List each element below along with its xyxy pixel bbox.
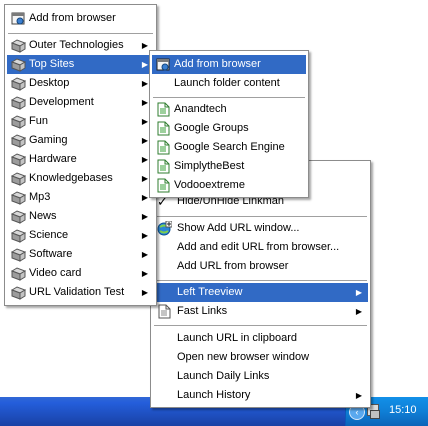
folder-news[interactable]: News ▶ (7, 207, 154, 226)
link-google-groups[interactable]: Google Groups (152, 119, 306, 138)
page-icon (156, 102, 171, 117)
folder-science[interactable]: Science ▶ (7, 226, 154, 245)
folder-icon (10, 76, 27, 91)
link-google-search-engine[interactable]: Google Search Engine (152, 138, 306, 157)
top-sites-submenu: Add from browser Launch folder content A… (149, 50, 309, 198)
separator (153, 97, 305, 98)
folder-icon (10, 228, 27, 243)
folder-development[interactable]: Development ▶ (7, 93, 154, 112)
menu-item-launch-history[interactable]: Launch History ▶ (153, 386, 368, 405)
submenu-arrow-icon: ▶ (141, 288, 148, 297)
submenu-arrow-icon: ▶ (141, 98, 148, 107)
folder-icon (10, 171, 27, 186)
taskbar-clock: 15:10 (389, 404, 417, 416)
menu-item-launch-daily-links[interactable]: Launch Daily Links (153, 367, 368, 386)
folder-icon (10, 57, 27, 72)
folder-software[interactable]: Software ▶ (7, 245, 154, 264)
menu-item-add-edit-url[interactable]: Add and edit URL from browser... (153, 238, 368, 257)
menu-item-launch-folder-content[interactable]: Launch folder content (152, 74, 306, 93)
folder-mp3[interactable]: Mp3 ▶ (7, 188, 154, 207)
submenu-arrow-icon: ▶ (355, 288, 362, 297)
folder-icon (10, 133, 27, 148)
page-icon (156, 140, 171, 155)
menu-item-open-new-browser[interactable]: Open new browser window (153, 348, 368, 367)
folder-hardware[interactable]: Hardware ▶ (7, 150, 154, 169)
treeview-menu: Add from browser Outer Technologies ▶ To… (4, 4, 157, 306)
submenu-arrow-icon: ▶ (141, 269, 148, 278)
separator (154, 216, 367, 217)
submenu-arrow-icon: ▶ (355, 391, 362, 400)
globe-icon (157, 220, 173, 236)
folder-icon (10, 114, 27, 129)
folder-icon (10, 247, 27, 262)
page-icon (156, 159, 171, 174)
folder-icon (10, 209, 27, 224)
submenu-arrow-icon: ▶ (141, 79, 148, 88)
separator (154, 280, 367, 281)
separator (154, 325, 367, 326)
browser-add-icon (11, 11, 26, 26)
folder-fun[interactable]: Fun ▶ (7, 112, 154, 131)
folder-top-sites[interactable]: Top Sites ▶ (7, 55, 154, 74)
folder-icon (10, 190, 27, 205)
folder-outer-technologies[interactable]: Outer Technologies ▶ (7, 36, 154, 55)
link-simplythebest[interactable]: SimplytheBest (152, 157, 306, 176)
menu-item-add-url-from-browser[interactable]: Add URL from browser (153, 257, 368, 276)
folder-gaming[interactable]: Gaming ▶ (7, 131, 154, 150)
folder-knowledgebases[interactable]: Knowledgebases ▶ (7, 169, 154, 188)
submenu-arrow-icon: ▶ (141, 41, 148, 50)
menu-item-fast-links[interactable]: Fast Links ▶ (153, 302, 368, 321)
menu-item-add-from-browser[interactable]: Add from browser (152, 55, 306, 74)
folder-url-validation-test[interactable]: URL Validation Test ▶ (7, 283, 154, 302)
submenu-arrow-icon: ▶ (141, 212, 148, 221)
folder-icon (10, 285, 27, 300)
submenu-arrow-icon: ▶ (355, 307, 362, 316)
page-icon (156, 121, 171, 136)
folder-icon (10, 95, 27, 110)
submenu-arrow-icon: ▶ (141, 117, 148, 126)
submenu-arrow-icon: ▶ (141, 174, 148, 183)
submenu-arrow-icon: ▶ (141, 136, 148, 145)
submenu-arrow-icon: ▶ (141, 250, 148, 259)
menu-item-show-add-url[interactable]: Show Add URL window... (153, 219, 368, 238)
link-vodooextreme[interactable]: Vodooextreme (152, 176, 306, 195)
folder-icon (10, 266, 27, 281)
submenu-arrow-icon: ▶ (141, 60, 148, 69)
menu-item-add-from-browser[interactable]: Add from browser (7, 9, 154, 28)
menu-item-left-treeview[interactable]: Left Treeview ▶ (153, 283, 368, 302)
folder-icon (10, 38, 27, 53)
folder-video-card[interactable]: Video card ▶ (7, 264, 154, 283)
submenu-arrow-icon: ▶ (141, 155, 148, 164)
page-icon (157, 304, 172, 319)
folder-icon (10, 152, 27, 167)
page-icon (156, 178, 171, 193)
separator (8, 33, 153, 34)
folder-desktop[interactable]: Desktop ▶ (7, 74, 154, 93)
menu-item-launch-url-clipboard[interactable]: Launch URL in clipboard (153, 329, 368, 348)
browser-add-icon (156, 57, 171, 72)
link-anandtech[interactable]: Anandtech (152, 100, 306, 119)
submenu-arrow-icon: ▶ (141, 193, 148, 202)
submenu-arrow-icon: ▶ (141, 231, 148, 240)
